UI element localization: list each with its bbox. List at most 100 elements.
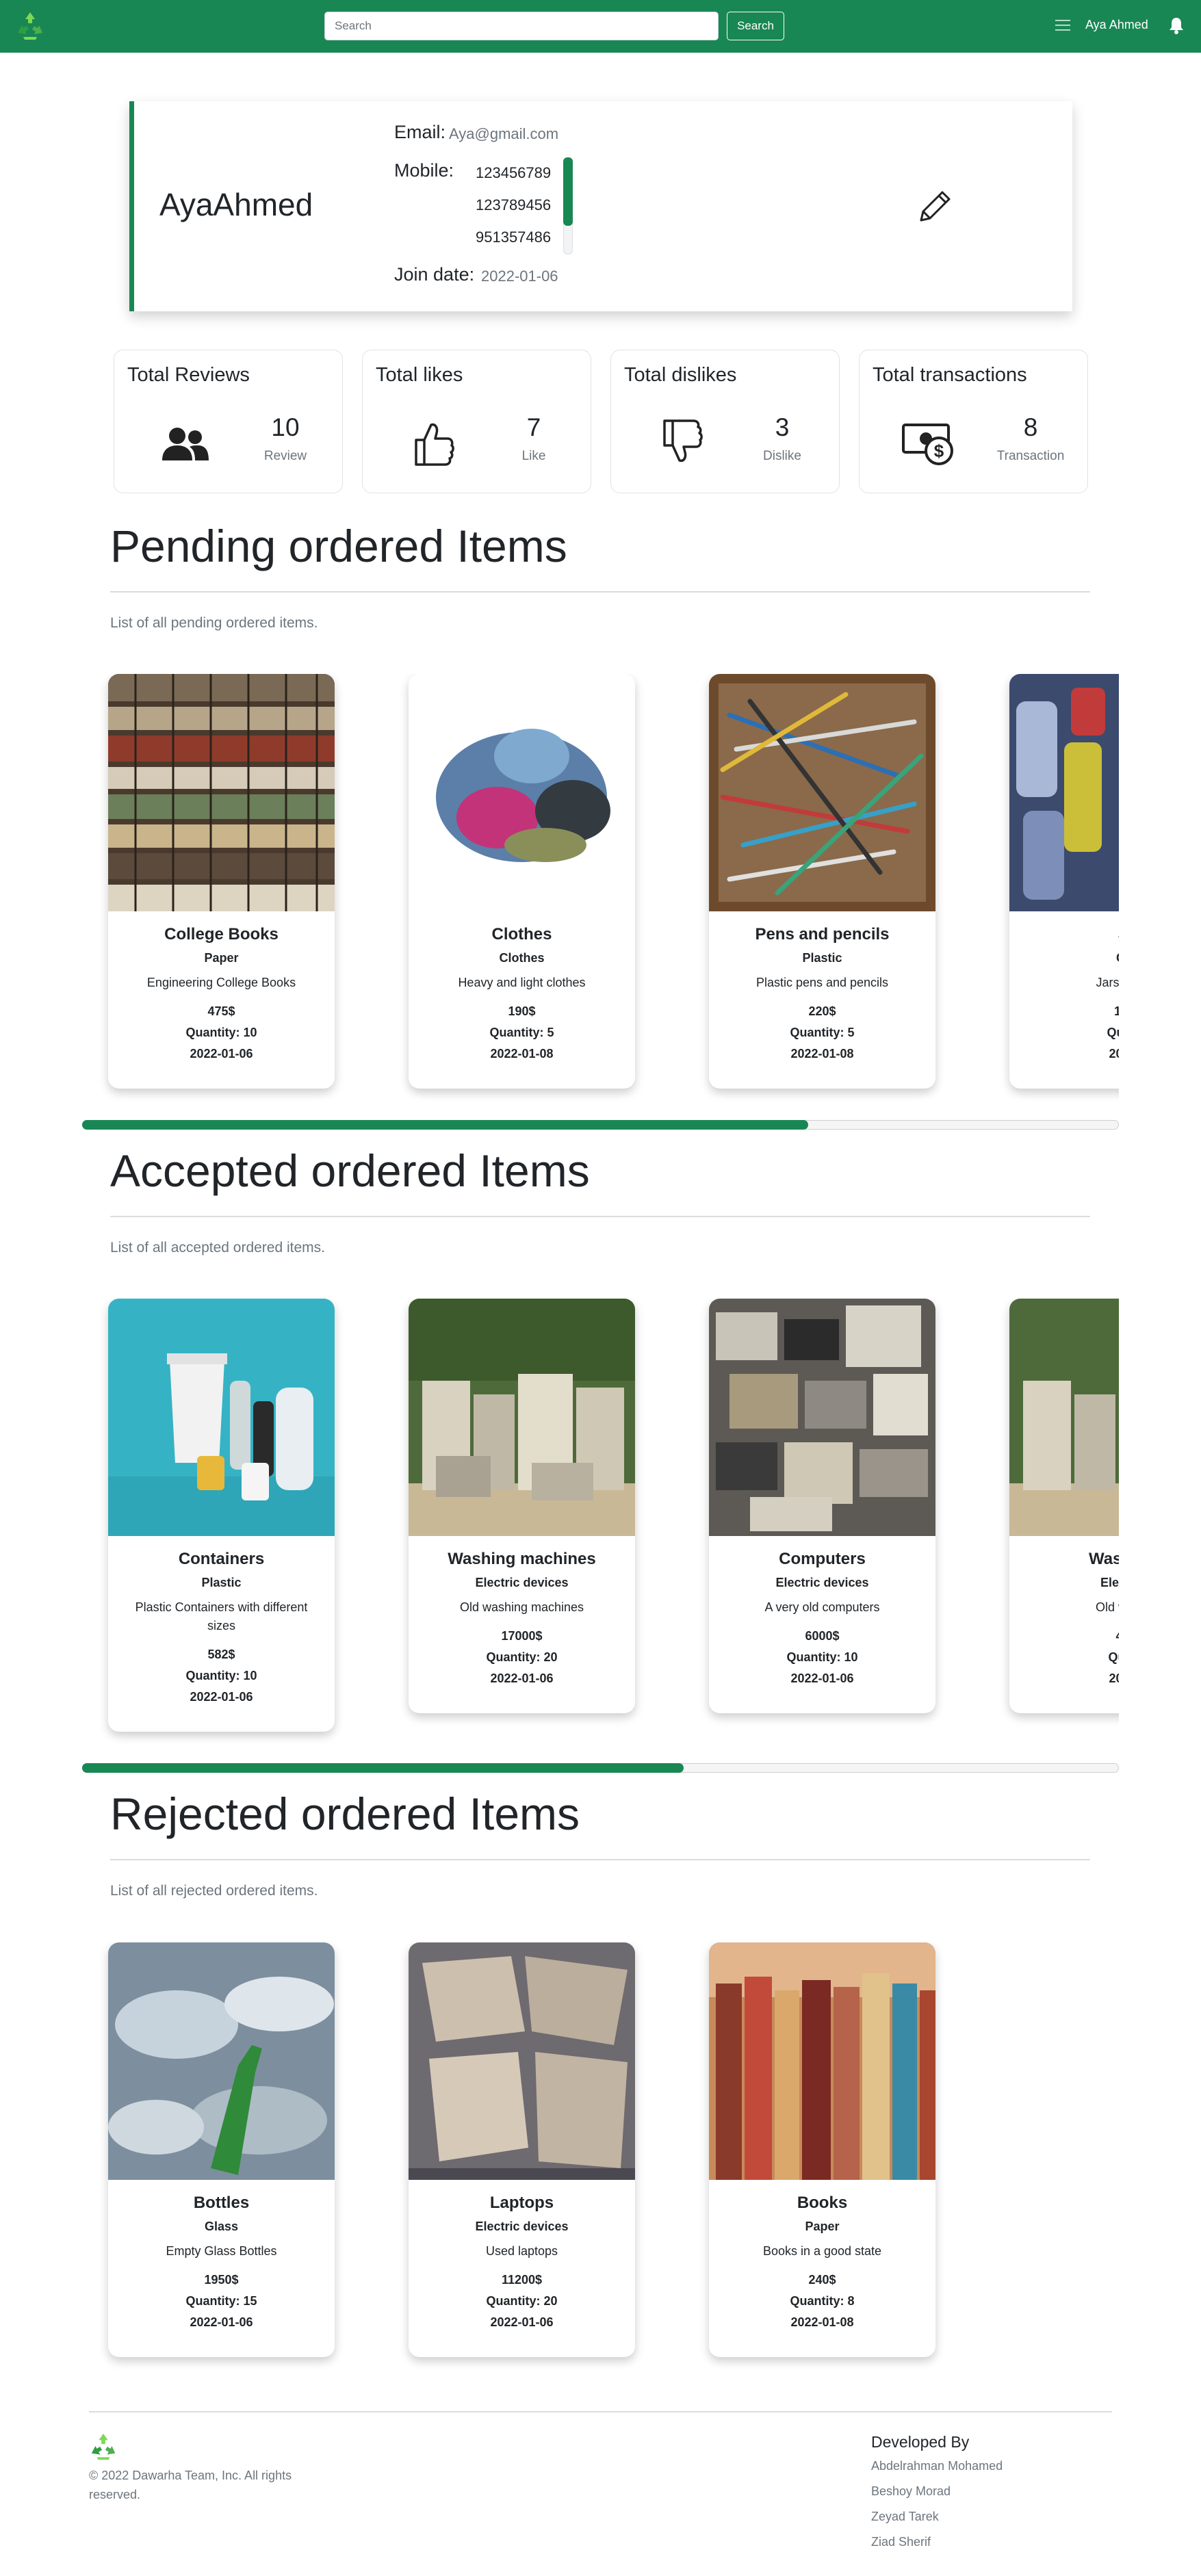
item-name: Washing [1088, 1550, 1119, 1568]
item-image [108, 1942, 335, 2180]
item-description: Empty Glass Bottles [166, 2244, 277, 2258]
email-label: Email: [394, 122, 446, 142]
item-category: Gl [1009, 951, 1119, 965]
mobile-number: 123789456 [476, 196, 552, 213]
item-description: Jars of dif [1096, 976, 1119, 989]
item-name: Washing machines [448, 1550, 596, 1568]
pending-section-subtitle: List of all pending ordered items. [110, 615, 318, 631]
stat-title: Total dislikes [624, 364, 737, 386]
profile-name: AyaAhmed [159, 187, 313, 222]
pending-section-title: Pending ordered Items [110, 521, 567, 571]
stat-title: Total transactions [873, 364, 1027, 386]
developer-name: Abdelrahman Mohamed [871, 2459, 1003, 2473]
pending-scroll-thumb[interactable] [82, 1120, 808, 1130]
item-card[interactable]: College Books Paper Engineering College … [108, 674, 335, 1089]
item-card[interactable]: Pens and pencils Plastic Plastic pens an… [709, 674, 935, 1089]
footer-divider [89, 2411, 1112, 2412]
menu-icon[interactable] [1054, 18, 1072, 33]
accepted-section-subtitle: List of all accepted ordered items. [110, 1240, 325, 1256]
item-category: Electric devices [475, 1576, 569, 1589]
item-category: Paper [204, 951, 239, 965]
item-quantity: Quantity: 5 [790, 1026, 855, 1039]
rejected-items-row: Bottles Glass Empty Glass Bottles 1950$ … [82, 1942, 1119, 2380]
bell-icon[interactable] [1167, 16, 1186, 35]
mobile-label: Mobile: [394, 160, 454, 181]
item-card[interactable]: J Gl Jars of dif 11( Quan 2022 [1009, 674, 1119, 1089]
item-description: Books in a good state [762, 2244, 882, 2258]
money-icon: $ [902, 424, 953, 465]
item-price: 42 [1009, 1629, 1119, 1643]
item-card[interactable]: Washing machines Electric devices Old wa… [409, 1299, 635, 1713]
item-price: 475$ [207, 1004, 235, 1018]
mobile-number: 123456789 [476, 164, 552, 181]
item-description: Old washi [1095, 1600, 1119, 1614]
stat-value: 8 [1023, 413, 1038, 441]
item-description: Heavy and light clothes [458, 976, 586, 989]
item-price: 240$ [808, 2273, 836, 2287]
item-image [409, 1942, 635, 2180]
item-image [709, 674, 935, 911]
pending-items-row[interactable]: College Books Paper Engineering College … [82, 674, 1119, 1115]
item-price: 190$ [508, 1004, 536, 1018]
item-card[interactable]: Laptops Electric devices Used laptops 11… [409, 1942, 635, 2357]
item-category: Electric devices [475, 2220, 569, 2233]
item-quantity: Quar [1108, 1650, 1119, 1664]
developer-name: Beshoy Morad [871, 2484, 951, 2498]
item-date: 2022-01-08 [790, 2315, 854, 2329]
user-name-link[interactable]: Aya Ahmed [1085, 18, 1148, 32]
item-name: Containers [178, 1550, 265, 1568]
item-image [409, 1299, 635, 1536]
item-name: Computers [779, 1550, 866, 1568]
item-card[interactable]: Books Paper Books in a good state 240$ Q… [709, 1942, 935, 2357]
item-date: 2022-01-08 [490, 1047, 554, 1061]
stat-unit: Like [521, 449, 546, 463]
stat-unit: Review [263, 449, 307, 463]
item-card[interactable]: Washing Electric Old washi 42 Quar 2022 [1009, 1299, 1119, 1713]
item-category: Paper [805, 2220, 840, 2233]
item-quantity: Quantity: 20 [486, 2294, 558, 2308]
stat-card-reviews: Total Reviews 10 Review [114, 350, 343, 493]
rejected-section-title: Rejected ordered Items [110, 1788, 580, 1839]
stat-unit: Dislike [763, 449, 801, 463]
item-name: College Books [164, 925, 279, 944]
item-price: 11( [1113, 1004, 1119, 1018]
item-card[interactable]: Containers Plastic Plastic Containers wi… [108, 1299, 335, 1732]
item-image [409, 674, 635, 911]
item-price: 1950$ [204, 2273, 239, 2287]
item-description: Used laptops [485, 2244, 558, 2258]
developed-by-heading: Developed By [871, 2433, 970, 2451]
mobile-number: 951357486 [476, 229, 552, 246]
item-category: Clothes [499, 951, 545, 965]
item-price: 17000$ [501, 1629, 543, 1643]
item-name: Laptops [489, 2194, 554, 2212]
recycle-logo-icon[interactable] [14, 10, 47, 42]
mobile-list-scroll-thumb[interactable] [563, 157, 573, 226]
divider [110, 1216, 1090, 1217]
item-quantity: Quantity: 10 [185, 1026, 257, 1039]
item-quantity: Quantity: 5 [489, 1026, 554, 1039]
accepted-scroll-thumb[interactable] [82, 1763, 684, 1773]
item-card[interactable]: Computers Electric devices A very old co… [709, 1299, 935, 1713]
divider [110, 591, 1090, 593]
item-date: 2022-01-06 [190, 1047, 253, 1061]
search-input[interactable] [324, 12, 719, 40]
search-button[interactable]: Search [727, 12, 784, 40]
item-name: J [1009, 925, 1119, 944]
developer-name: Ziad Sherif [871, 2535, 931, 2549]
item-image [108, 674, 335, 911]
item-description: Engineering College Books [146, 976, 296, 989]
item-date: 2022-01-06 [490, 1671, 554, 1685]
stat-title: Total likes [376, 364, 463, 386]
item-card[interactable]: Clothes Clothes Heavy and light clothes … [409, 674, 635, 1089]
navbar: Search Aya Ahmed [0, 0, 1201, 53]
recycle-logo-icon[interactable] [88, 2431, 119, 2462]
item-price: 220$ [808, 1004, 836, 1018]
item-image [108, 1299, 335, 1536]
item-name: Clothes [491, 925, 552, 944]
item-card[interactable]: Bottles Glass Empty Glass Bottles 1950$ … [108, 1942, 335, 2357]
item-quantity: Quantity: 15 [185, 2294, 257, 2308]
pencil-icon[interactable] [914, 185, 957, 227]
users-icon [162, 428, 209, 460]
join-date-label: Join date: [394, 264, 475, 285]
accepted-items-row[interactable]: Containers Plastic Plastic Containers wi… [82, 1299, 1119, 1754]
